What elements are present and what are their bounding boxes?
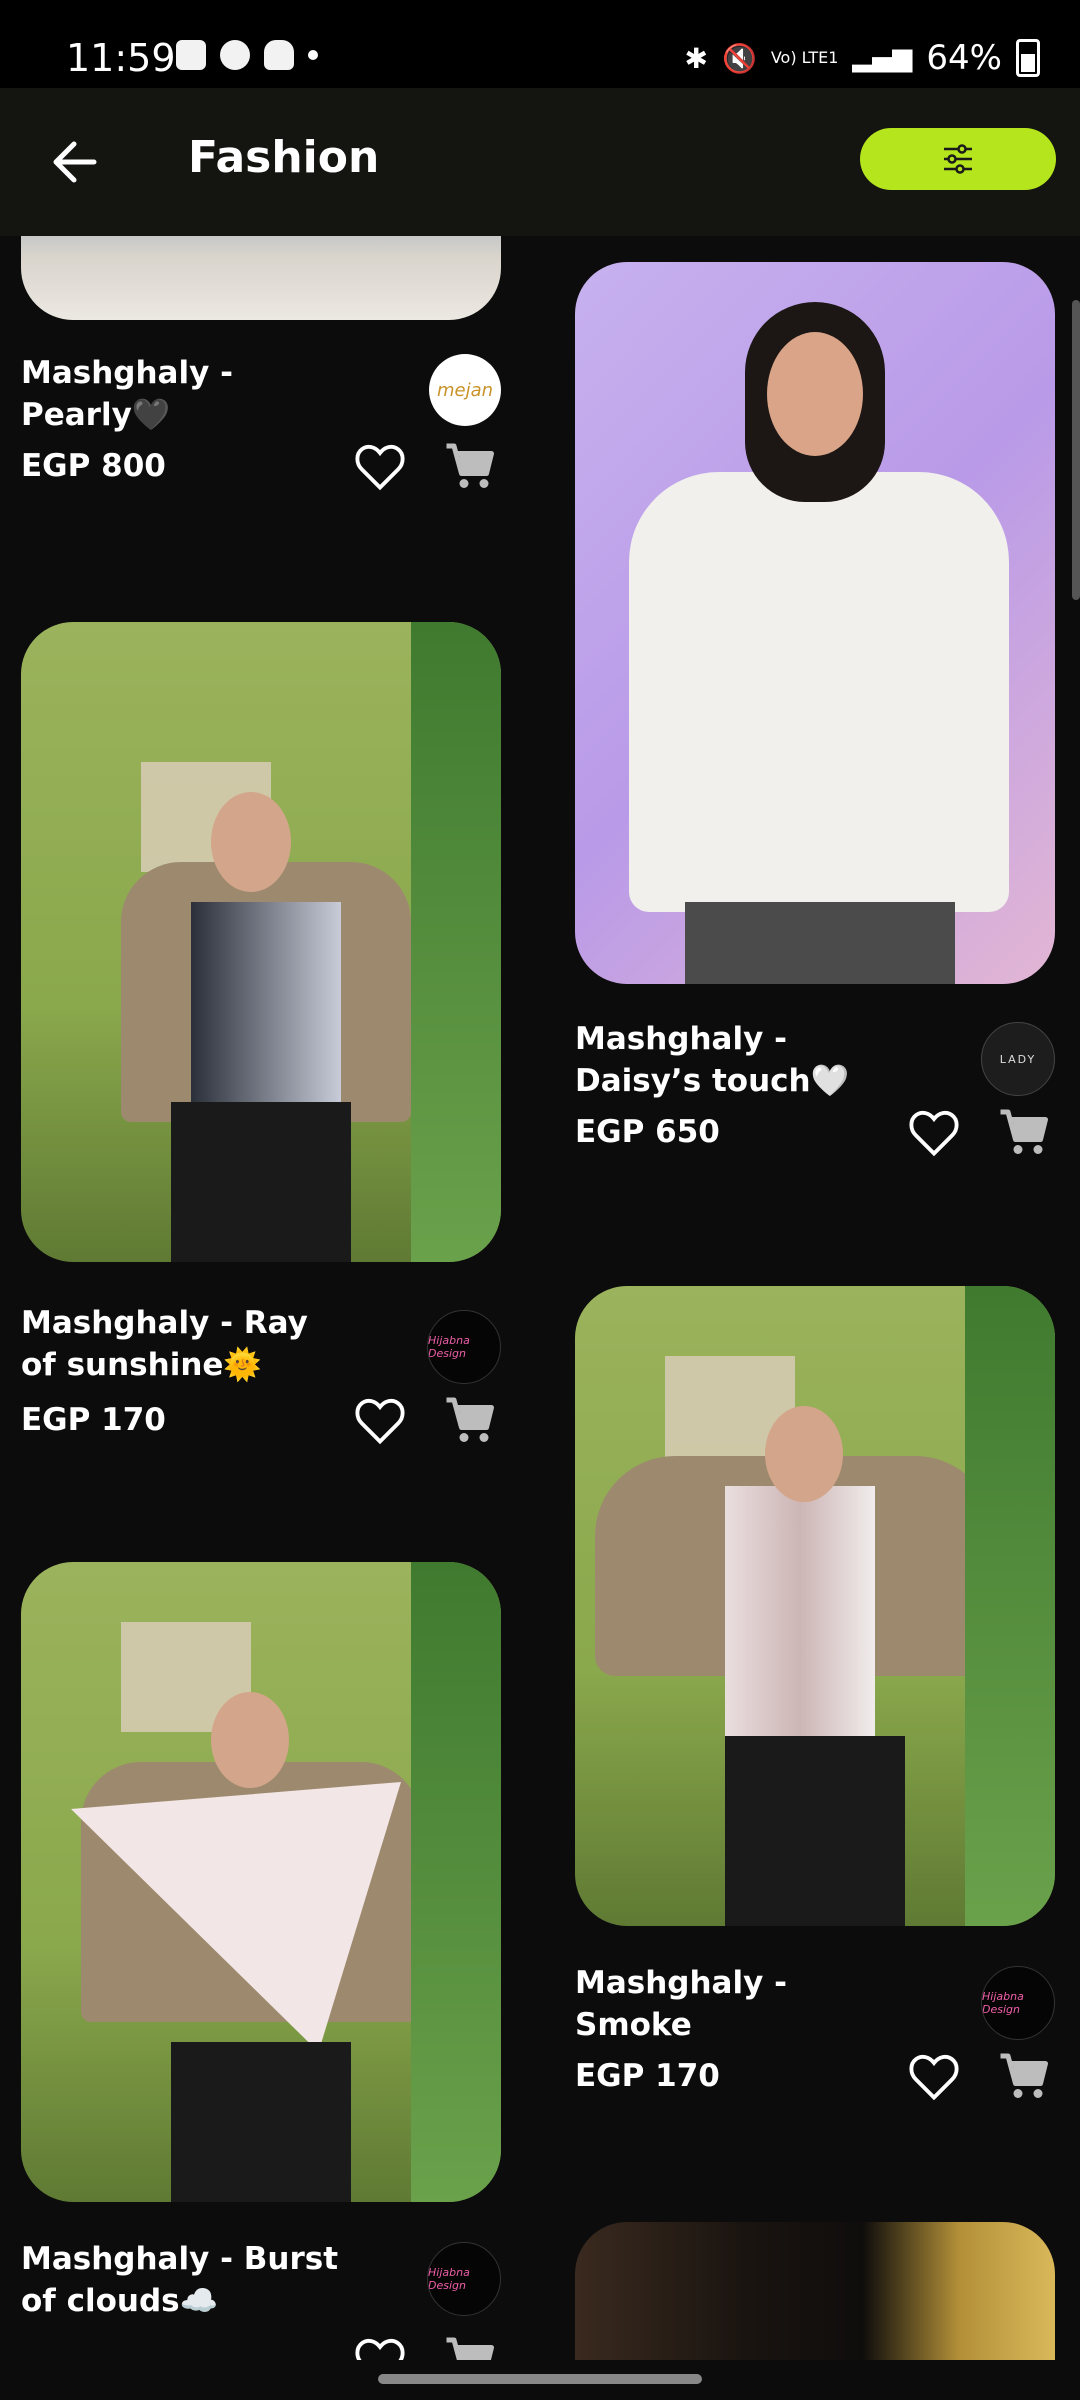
face-shape [211,792,291,892]
product-name[interactable]: Mashghaly - Pearly🖤 [21,352,351,436]
product-image[interactable] [21,1562,501,2202]
brand-logo[interactable]: Hijabna Design [427,2242,501,2316]
product-price: EGP 800 [21,448,166,484]
bluetooth-icon: ✱ [684,41,708,75]
product-name[interactable]: Mashghaly - Burst of clouds☁️ [21,2238,351,2322]
scarf-shape [191,902,341,1132]
cart-icon[interactable] [437,2330,501,2360]
plant-shape [411,1562,501,2202]
heart-icon[interactable] [351,2332,409,2360]
arrow-left-icon [53,141,97,183]
battery-icon [1016,39,1040,77]
product-price: EGP 170 [21,1402,166,1438]
cart-icon[interactable] [437,436,501,496]
face-shape [765,1406,843,1502]
product-image[interactable] [575,262,1055,984]
product-grid[interactable]: Mashghaly - Pearly🖤 mejan EGP 800 Mashgh… [0,236,1080,2360]
scrollbar[interactable] [1072,300,1080,600]
skirt-shape [725,1736,905,1926]
product-image[interactable] [575,1286,1055,1926]
cart-icon[interactable] [437,1390,501,1450]
notification-icons [176,40,318,70]
signal-icon: ▂▄▆ [852,43,913,73]
face-shape [767,332,863,456]
skirt-shape [171,1102,351,1262]
heart-icon[interactable] [351,1392,409,1450]
plant-shape [965,1286,1055,1926]
network-label: Vo) LTE1 [770,48,839,67]
brand-logo[interactable]: LADY [981,1022,1055,1096]
status-time: 11:59 [66,36,176,80]
whatsapp-icon [220,40,250,70]
brand-logo[interactable]: Hijabna Design [427,1310,501,1384]
snapchat-icon [264,40,294,70]
plant-shape [411,622,501,1262]
product-image[interactable] [575,2222,1055,2360]
product-image[interactable] [21,622,501,1262]
scarf-shape [725,1486,875,1746]
cart-icon[interactable] [991,1102,1055,1162]
product-image[interactable] [21,236,501,320]
back-button[interactable] [44,130,108,194]
more-notifications-icon [308,50,318,60]
page-title: Fashion [188,132,380,183]
brand-logo[interactable]: mejan [429,354,501,426]
brand-logo[interactable]: Hijabna Design [981,1966,1055,2040]
product-name[interactable]: Mashghaly - Ray of sunshine🌞 [21,1302,351,1386]
hoodie-shape [629,472,1009,912]
mute-icon: 🔇 [721,41,757,75]
system-icons: ✱ 🔇 Vo) LTE1 ▂▄▆ 64% [684,38,1040,78]
face-shape [211,1692,289,1788]
pants-shape [685,902,955,984]
product-name[interactable]: Mashghaly - Daisy’s touch🤍 [575,1018,905,1102]
sliders-icon [944,144,972,174]
filter-button[interactable] [860,128,1056,190]
heart-icon[interactable] [905,1104,963,1162]
skirt-shape [171,2042,351,2202]
app-header: Fashion [0,88,1080,236]
product-name[interactable]: Mashghaly - Smoke [575,1962,905,2046]
cart-icon[interactable] [991,2046,1055,2106]
product-price: EGP 650 [575,1114,720,1150]
heart-icon[interactable] [905,2048,963,2106]
heart-icon[interactable] [351,438,409,496]
status-bar: 11:59 ✱ 🔇 Vo) LTE1 ▂▄▆ 64% [0,0,1080,88]
home-indicator[interactable] [378,2374,702,2384]
product-price: EGP 170 [575,2058,720,2094]
battery-percent: 64% [926,38,1002,78]
gallery-icon [176,40,206,70]
